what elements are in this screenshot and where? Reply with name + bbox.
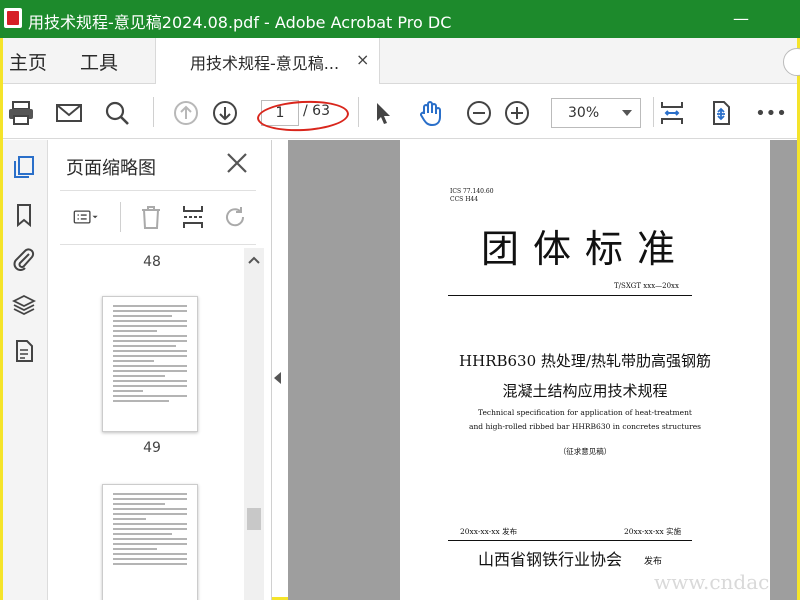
scrolling-mode-icon[interactable] <box>705 97 737 129</box>
more-tools-icon[interactable]: ••• <box>755 97 787 129</box>
chevron-down-icon <box>622 110 632 116</box>
standard-number: T/SXGT xxx—20xx <box>614 282 679 290</box>
left-navigation-rail <box>3 140 48 600</box>
delete-page-icon[interactable] <box>136 202 166 232</box>
toolbar-divider <box>358 97 359 127</box>
tab-tools[interactable]: 工具 <box>80 48 118 75</box>
draft-label: （征求意见稿） <box>558 447 612 456</box>
document-title: HHRB630 热处理/热轧带肋高强钢筋 混凝土结构应用技术规程 <box>459 352 711 400</box>
publish-date: 20xx-xx-xx 发布 <box>460 527 518 536</box>
main-toolbar: / 63 30% ••• <box>3 85 797 139</box>
minimize-button[interactable]: — <box>726 6 756 32</box>
ics-code: ICS 77.140.60 CCS H44 <box>450 188 494 203</box>
tab-home[interactable]: 主页 <box>9 48 47 75</box>
search-icon[interactable] <box>101 97 133 129</box>
select-cursor-icon[interactable] <box>366 97 398 129</box>
acrobat-logo-icon <box>4 8 22 28</box>
implement-date: 20xx-xx-xx 实施 <box>624 527 682 536</box>
page-thumbnail[interactable] <box>102 296 198 432</box>
toolbar-divider <box>153 97 154 127</box>
window-title: 用技术规程-意见稿2024.08.pdf - Adobe Acrobat Pro… <box>28 13 452 32</box>
footer-rule <box>448 540 692 541</box>
tab-document[interactable]: 用技术规程-意见稿... × <box>155 38 380 84</box>
previous-page-icon[interactable] <box>170 97 202 129</box>
issuing-organization: 山西省钢铁行业协会 <box>478 550 623 569</box>
page-thumbnails-icon[interactable] <box>9 152 39 182</box>
thumbnail-scrollbar[interactable] <box>244 248 264 600</box>
title-bar: 用技术规程-意见稿2024.08.pdf - Adobe Acrobat Pro… <box>0 0 800 38</box>
insert-page-icon[interactable] <box>178 202 208 232</box>
document-page: ICS 77.140.60 CCS H44 团体标准 T/SXGT xxx—20… <box>400 140 770 600</box>
english-title: Technical specification for application … <box>468 408 702 431</box>
scroll-up-icon[interactable] <box>247 252 261 266</box>
scrollbar-thumb[interactable] <box>247 508 261 530</box>
zoom-select[interactable]: 30% <box>551 98 641 128</box>
email-icon[interactable] <box>53 97 85 129</box>
fit-page-icon[interactable] <box>656 97 688 129</box>
page-label-49: 49 <box>143 440 161 456</box>
thumbnail-list[interactable]: 48 49 <box>60 248 244 600</box>
panel-divider <box>60 244 256 245</box>
toolbar-divider <box>120 202 121 232</box>
close-panel-icon[interactable] <box>224 150 250 176</box>
print-icon[interactable] <box>5 97 37 129</box>
watermark: www.cndac <box>654 570 770 594</box>
zoom-in-icon[interactable] <box>501 97 533 129</box>
attachment-icon[interactable] <box>9 244 39 274</box>
help-icon[interactable] <box>783 48 800 76</box>
zoom-value: 30% <box>568 105 600 121</box>
header-rule <box>448 295 692 296</box>
bookmark-icon[interactable] <box>9 200 39 230</box>
panel-title: 页面缩略图 <box>66 158 156 179</box>
close-tab-button[interactable]: × <box>356 50 369 69</box>
tab-bar: 主页 工具 用技术规程-意见稿... × <box>3 38 800 84</box>
options-menu-icon[interactable] <box>66 202 106 232</box>
rotate-page-icon[interactable] <box>220 202 250 232</box>
page-content-icon[interactable] <box>9 336 39 366</box>
page-thumbnail[interactable] <box>102 484 198 600</box>
hand-tool-icon[interactable] <box>414 97 446 129</box>
document-tab-label: 用技术规程-意见稿... <box>190 54 340 73</box>
publish-suffix: 发布 <box>644 557 663 567</box>
document-view[interactable]: ICS 77.140.60 CCS H44 团体标准 T/SXGT xxx—20… <box>288 140 797 600</box>
page-label-48: 48 <box>143 254 161 270</box>
toolbar-divider <box>653 97 654 127</box>
standard-category: 团体标准 <box>480 227 689 271</box>
panel-divider <box>60 190 256 191</box>
thumbnail-panel: 页面缩略图 48 49 <box>48 140 272 600</box>
panel-toolbar <box>60 198 256 238</box>
next-page-icon[interactable] <box>209 97 241 129</box>
zoom-out-icon[interactable] <box>463 97 495 129</box>
layers-icon[interactable] <box>9 290 39 320</box>
collapse-panel-icon[interactable] <box>274 372 281 384</box>
